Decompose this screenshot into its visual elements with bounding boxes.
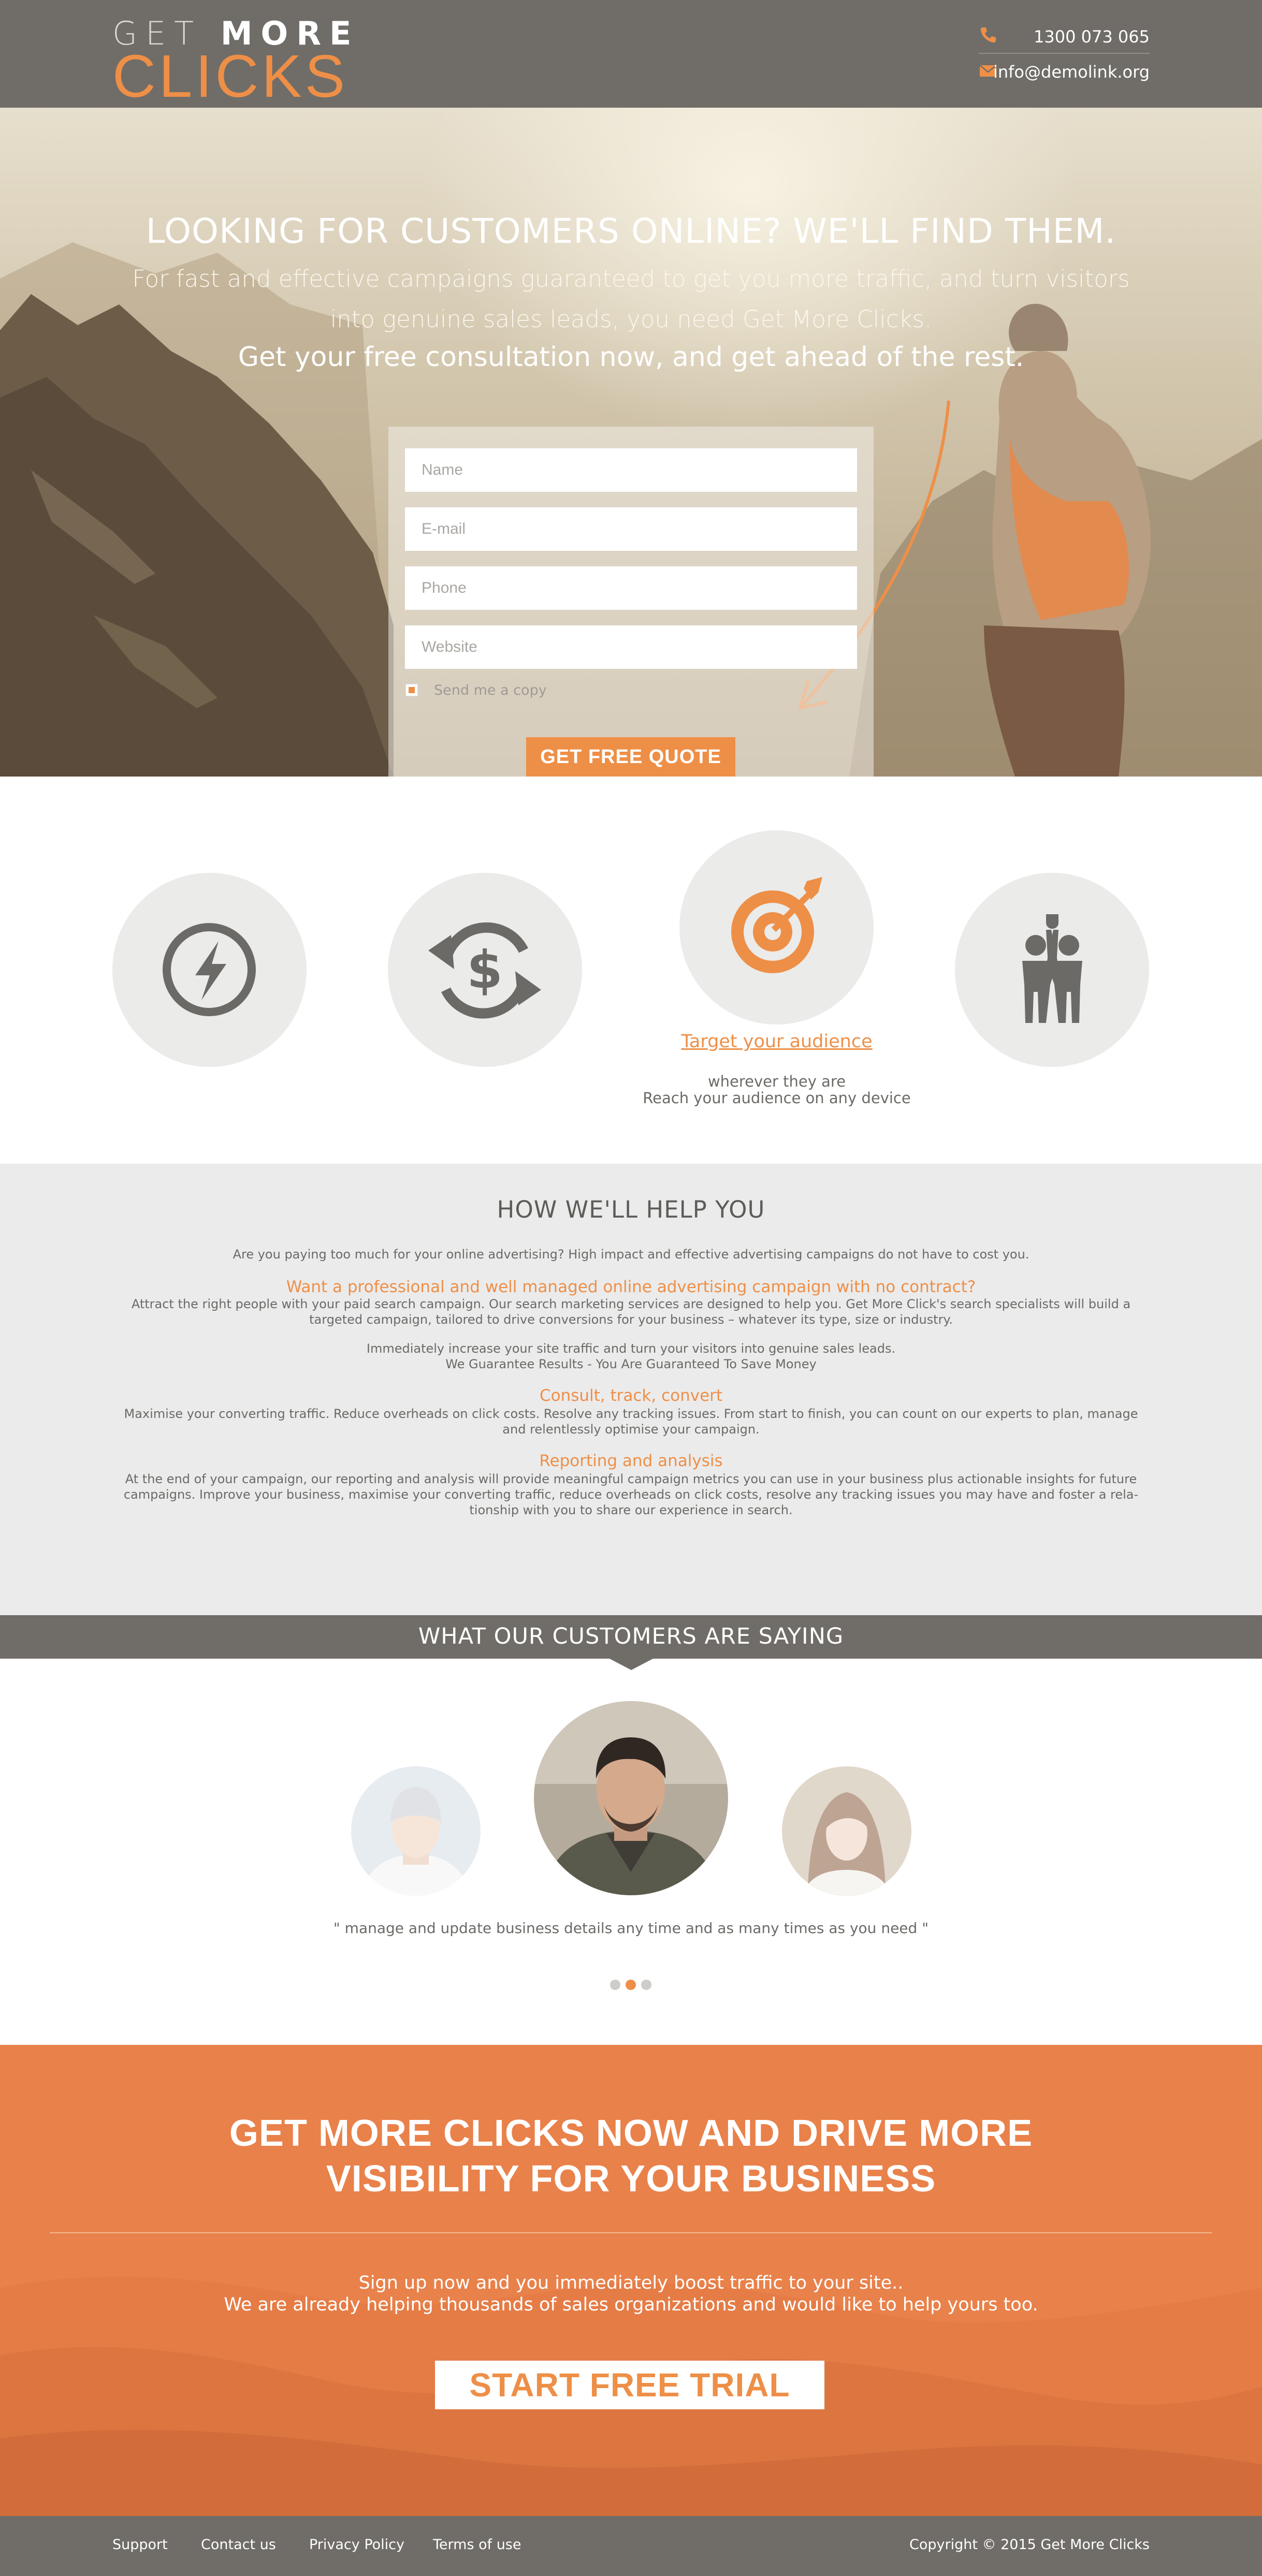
hero-subtitle-line2: into genuine sales leads, you need Get M… bbox=[330, 305, 932, 333]
feature-cost[interactable]: $ bbox=[388, 873, 582, 1067]
help-title: HOW WE'LL HELP YOU bbox=[497, 1196, 765, 1223]
hero-subtitle-line1: For fast and effective campaigns guarant… bbox=[132, 265, 1130, 292]
header-phone[interactable]: 1300 073 065 bbox=[979, 23, 1150, 54]
feature-speed[interactable] bbox=[112, 873, 307, 1067]
testimonials-header-pointer bbox=[610, 1659, 653, 1670]
person-photo bbox=[534, 1701, 728, 1895]
footer-link-privacy[interactable]: Privacy Policy bbox=[309, 2537, 404, 2553]
help-text: We Guarantee Results - You Are Guarantee… bbox=[445, 1357, 817, 1371]
help-heading-consult: Consult, track, convert bbox=[539, 1386, 723, 1405]
site-footer: Support Contact us Privacy Policy Terms … bbox=[0, 2516, 1262, 2576]
testimonial-avatar-right[interactable] bbox=[782, 1766, 911, 1896]
logo-word-clicks: CLICKS bbox=[112, 42, 349, 110]
help-text: Attract the right people with your paid … bbox=[131, 1297, 1131, 1311]
header-email[interactable]: info@demolink.org bbox=[979, 58, 1150, 89]
cta-title-line1: GET MORE CLICKS NOW AND DRIVE MORE bbox=[229, 2113, 1033, 2154]
phone-icon bbox=[980, 27, 996, 43]
dollar-cycle-icon: $ bbox=[428, 922, 541, 1019]
footer-link-terms[interactable]: Terms of use bbox=[433, 2537, 521, 2553]
send-copy-checkbox[interactable] bbox=[405, 683, 418, 697]
testimonial-quote: " manage and update business details any… bbox=[333, 1920, 929, 1937]
cta-text-line1: Sign up now and you immediately boost tr… bbox=[358, 2273, 904, 2293]
person-photo bbox=[351, 1766, 481, 1896]
start-free-trial-button[interactable]: START FREE TRIAL bbox=[435, 2361, 824, 2409]
help-heading-campaign: Want a professional and well managed onl… bbox=[286, 1278, 976, 1296]
help-text: campaigns. Improve your business, maximi… bbox=[123, 1487, 1139, 1502]
site-header: GET MORE CLICKS 1300 073 065 info@demoli… bbox=[0, 0, 1262, 110]
testimonial-avatar-left[interactable] bbox=[351, 1766, 481, 1896]
teamwork-icon bbox=[1022, 914, 1082, 1023]
help-text: tionship with you to share our experienc… bbox=[469, 1503, 793, 1517]
carousel-dot-active[interactable] bbox=[626, 1980, 636, 1990]
help-text: targeted campaign, tailored to drive con… bbox=[309, 1312, 953, 1327]
testimonials-title: WHAT OUR CUSTOMERS ARE SAYING bbox=[418, 1623, 844, 1649]
features-section: $ Target your audience wherever they are… bbox=[0, 777, 1262, 1164]
footer-link-contact[interactable]: Contact us bbox=[201, 2537, 276, 2553]
how-we-help-section: HOW WE'LL HELP YOU Are you paying too mu… bbox=[0, 1164, 1262, 1615]
quote-form: Send me a copy GET FREE QUOTE bbox=[388, 427, 874, 777]
testimonials-section: " manage and update business details any… bbox=[0, 1659, 1262, 2045]
help-text: Maximise your converting traffic. Reduce… bbox=[124, 1407, 1138, 1421]
get-free-quote-button[interactable]: GET FREE QUOTE bbox=[526, 737, 735, 777]
logo[interactable]: GET MORE CLICKS bbox=[112, 14, 351, 110]
help-text: Immediately increase your site traffic a… bbox=[366, 1341, 896, 1356]
testimonials-header: WHAT OUR CUSTOMERS ARE SAYING bbox=[0, 1615, 1262, 1659]
help-heading-reporting: Reporting and analysis bbox=[539, 1452, 723, 1470]
cta-title-line2: VISIBILITY FOR YOUR BUSINESS bbox=[326, 2158, 936, 2200]
hero-cta-text: Get your free consultation now, and get … bbox=[238, 342, 1024, 373]
send-copy-label: Send me a copy bbox=[434, 682, 547, 698]
feature-description-line2: Reach your audience on any device bbox=[643, 1089, 911, 1107]
phone-number: 1300 073 065 bbox=[1034, 27, 1150, 47]
website-input[interactable] bbox=[405, 625, 857, 669]
name-input[interactable] bbox=[405, 448, 857, 492]
target-icon bbox=[731, 877, 822, 973]
svg-text:$: $ bbox=[467, 940, 503, 1000]
footer-link-support[interactable]: Support bbox=[112, 2537, 168, 2553]
help-text: and relentlessly optimise your campaign. bbox=[502, 1422, 760, 1437]
email-address: info@demolink.org bbox=[993, 62, 1150, 82]
target-audience-link[interactable]: Target your audience bbox=[570, 1031, 984, 1052]
hero-title: LOOKING FOR CUSTOMERS ONLINE? WE'LL FIND… bbox=[146, 211, 1116, 251]
cta-section: GET MORE CLICKS NOW AND DRIVE MORE VISIB… bbox=[0, 2045, 1262, 2516]
email-input[interactable] bbox=[405, 507, 857, 551]
copyright-text: Copyright © 2015 Get More Clicks bbox=[909, 2537, 1150, 2553]
hero-section: LOOKING FOR CUSTOMERS ONLINE? WE'LL FIND… bbox=[0, 108, 1262, 777]
carousel-dot[interactable] bbox=[610, 1980, 620, 1990]
feature-team[interactable] bbox=[955, 873, 1149, 1067]
phone-input[interactable] bbox=[405, 566, 857, 610]
cta-divider bbox=[50, 2232, 1212, 2233]
cta-text-line2: We are already helping thousands of sale… bbox=[224, 2294, 1038, 2315]
help-intro: Are you paying too much for your online … bbox=[233, 1247, 1029, 1262]
testimonial-avatar-active[interactable] bbox=[534, 1701, 728, 1895]
person-photo bbox=[782, 1766, 911, 1896]
lightning-icon bbox=[163, 923, 256, 1016]
feature-description-line1: wherever they are bbox=[707, 1073, 846, 1090]
carousel-dot[interactable] bbox=[641, 1980, 651, 1990]
feature-target[interactable] bbox=[679, 830, 874, 1024]
help-text: At the end of your campaign, our reporti… bbox=[125, 1472, 1137, 1486]
